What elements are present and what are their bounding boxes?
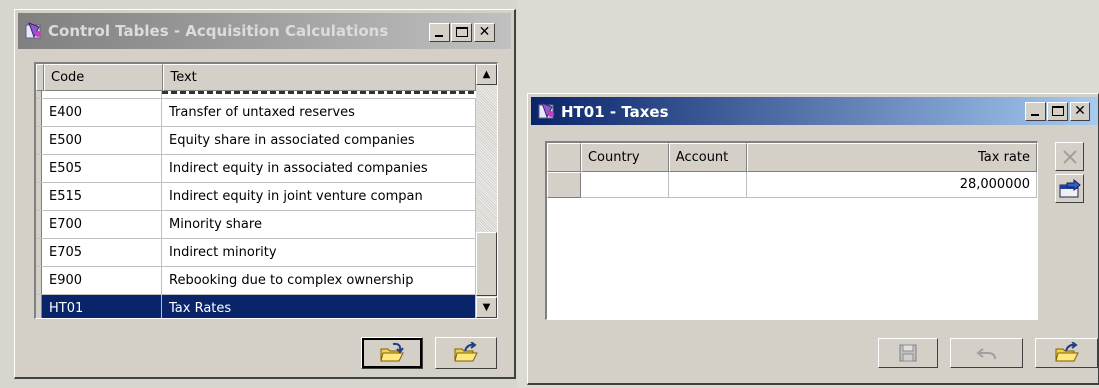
minimize-button[interactable]	[429, 23, 450, 42]
cell-code: E500	[42, 127, 162, 154]
cell-tax-rate[interactable]: 28,000000	[746, 172, 1037, 198]
maximize-icon	[456, 27, 468, 37]
scroll-down-button[interactable]: ▼	[476, 297, 497, 318]
folder-up-icon	[454, 342, 478, 362]
cell-text: Transfer of untaxed reserves	[162, 99, 476, 126]
table-row[interactable]: 28,000000	[547, 172, 1037, 198]
folder-up-button[interactable]	[1035, 338, 1098, 368]
control-tables-titlebar[interactable]: Control Tables - Acquisition Calculation…	[18, 13, 511, 49]
table-row-selected[interactable]: HT01 Tax Rates	[36, 295, 476, 318]
cell-code: E505	[42, 155, 162, 182]
minimize-icon	[435, 35, 443, 37]
cell-code: E900	[42, 267, 162, 294]
column-header-country[interactable]: Country	[580, 143, 669, 172]
undo-icon	[975, 348, 996, 360]
app-icon	[538, 102, 554, 119]
cell-code: E515	[42, 183, 162, 210]
row-selector-header	[36, 64, 44, 91]
table-row[interactable]: E505 Indirect equity in associated compa…	[36, 155, 476, 183]
minimize-icon	[1031, 114, 1039, 116]
export-button[interactable]	[1055, 174, 1084, 203]
folder-up-icon	[1054, 342, 1079, 362]
close-button[interactable]: ✕	[1070, 102, 1090, 121]
close-icon: ✕	[1074, 103, 1086, 119]
open-folder-icon	[380, 342, 404, 362]
column-header-text[interactable]: Text	[163, 64, 476, 91]
cell-text: Indirect equity in associated companies	[162, 155, 476, 182]
taxes-titlebar[interactable]: HT01 - Taxes ✕	[531, 97, 1098, 125]
arrow-down-icon: ▼	[482, 302, 491, 313]
close-button[interactable]: ✕	[474, 23, 495, 42]
maximize-icon	[1052, 106, 1064, 116]
cell-text: Minority share	[162, 211, 476, 238]
cell-text: Indirect minority	[162, 239, 476, 266]
save-disk-icon	[899, 344, 917, 362]
cell-code: HT01	[42, 295, 162, 318]
column-header-code[interactable]: Code	[44, 64, 164, 91]
table-row[interactable]: E500 Equity share in associated companie…	[36, 127, 476, 155]
table-row[interactable]: E515 Indirect equity in joint venture co…	[36, 183, 476, 211]
control-tables-grid[interactable]: Code Text E400 Transfer of untaxed reser…	[34, 62, 498, 319]
table-row-partial	[36, 91, 476, 99]
cell-country[interactable]	[580, 172, 669, 198]
delete-x-icon	[1063, 150, 1077, 164]
undo-button[interactable]	[950, 338, 1023, 368]
cell-text: Rebooking due to complex ownership	[162, 267, 476, 294]
open-folder-button[interactable]	[361, 337, 423, 369]
minimize-button[interactable]	[1025, 102, 1046, 121]
export-arrow-icon	[1059, 179, 1081, 198]
maximize-button[interactable]	[1047, 102, 1068, 121]
control-tables-window: Control Tables - Acquisition Calculation…	[14, 9, 516, 379]
maximize-button[interactable]	[451, 23, 472, 42]
cell-code: E400	[42, 99, 162, 126]
taxes-grid[interactable]: Country Account Tax rate 28,000000	[545, 141, 1038, 320]
vertical-scrollbar[interactable]: ▲ ▼	[476, 64, 497, 318]
table-row[interactable]: E705 Indirect minority	[36, 239, 476, 267]
cell-code: E705	[42, 239, 162, 266]
column-header-account[interactable]: Account	[668, 143, 747, 172]
grid-header: Country Account Tax rate	[547, 143, 1037, 172]
row-selector[interactable]	[547, 172, 581, 198]
window-title: HT01 - Taxes	[561, 103, 669, 121]
taxes-window: HT01 - Taxes ✕ Country Account Tax rate …	[527, 93, 1099, 385]
cell-text: Tax Rates	[162, 295, 476, 318]
table-row[interactable]: E900 Rebooking due to complex ownership	[36, 267, 476, 295]
window-title: Control Tables - Acquisition Calculation…	[48, 22, 389, 40]
row-selector-header	[547, 143, 581, 172]
arrow-up-icon: ▲	[482, 69, 491, 80]
grid-header: Code Text	[36, 64, 476, 91]
app-icon	[25, 22, 41, 39]
column-header-tax-rate[interactable]: Tax rate	[746, 143, 1037, 172]
delete-button[interactable]	[1055, 142, 1084, 171]
cell-account[interactable]	[668, 172, 747, 198]
close-icon: ✕	[478, 24, 491, 40]
folder-up-button[interactable]	[435, 337, 497, 369]
cell-text: Indirect equity in joint venture compan	[162, 183, 476, 210]
scroll-thumb[interactable]	[476, 232, 497, 296]
save-button[interactable]	[878, 338, 938, 368]
grid-rows: E400 Transfer of untaxed reserves E500 E…	[36, 91, 476, 318]
scroll-track[interactable]	[476, 85, 497, 232]
table-row[interactable]: E700 Minority share	[36, 211, 476, 239]
cell-code: E700	[42, 211, 162, 238]
table-row[interactable]: E400 Transfer of untaxed reserves	[36, 99, 476, 127]
cell-text: Equity share in associated companies	[162, 127, 476, 154]
scroll-up-button[interactable]: ▲	[476, 64, 497, 85]
